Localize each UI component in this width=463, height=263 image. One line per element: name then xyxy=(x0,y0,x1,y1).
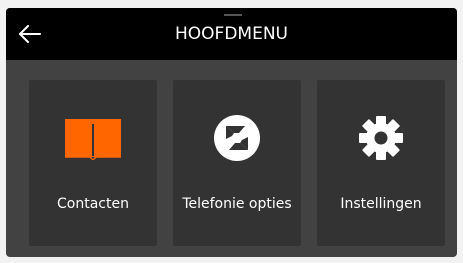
tile-label: Instellingen xyxy=(340,196,422,212)
phonebook-icon xyxy=(29,114,157,162)
page-title: HOOFDMENU xyxy=(175,24,288,44)
tile-contacten[interactable]: Contacten xyxy=(29,80,157,246)
tile-instellingen[interactable]: Instellingen xyxy=(317,80,445,246)
tile-telefonie-opties[interactable]: Telefonie opties xyxy=(173,80,301,246)
tile-label: Telefonie opties xyxy=(182,196,292,212)
header-bar: HOOFDMENU xyxy=(6,8,457,60)
main-menu-screen: HOOFDMENU Contacten Telefonie opties Ins… xyxy=(6,8,457,257)
tile-label: Contacten xyxy=(57,196,129,212)
gear-icon xyxy=(317,114,445,162)
telephony-icon xyxy=(173,114,301,162)
